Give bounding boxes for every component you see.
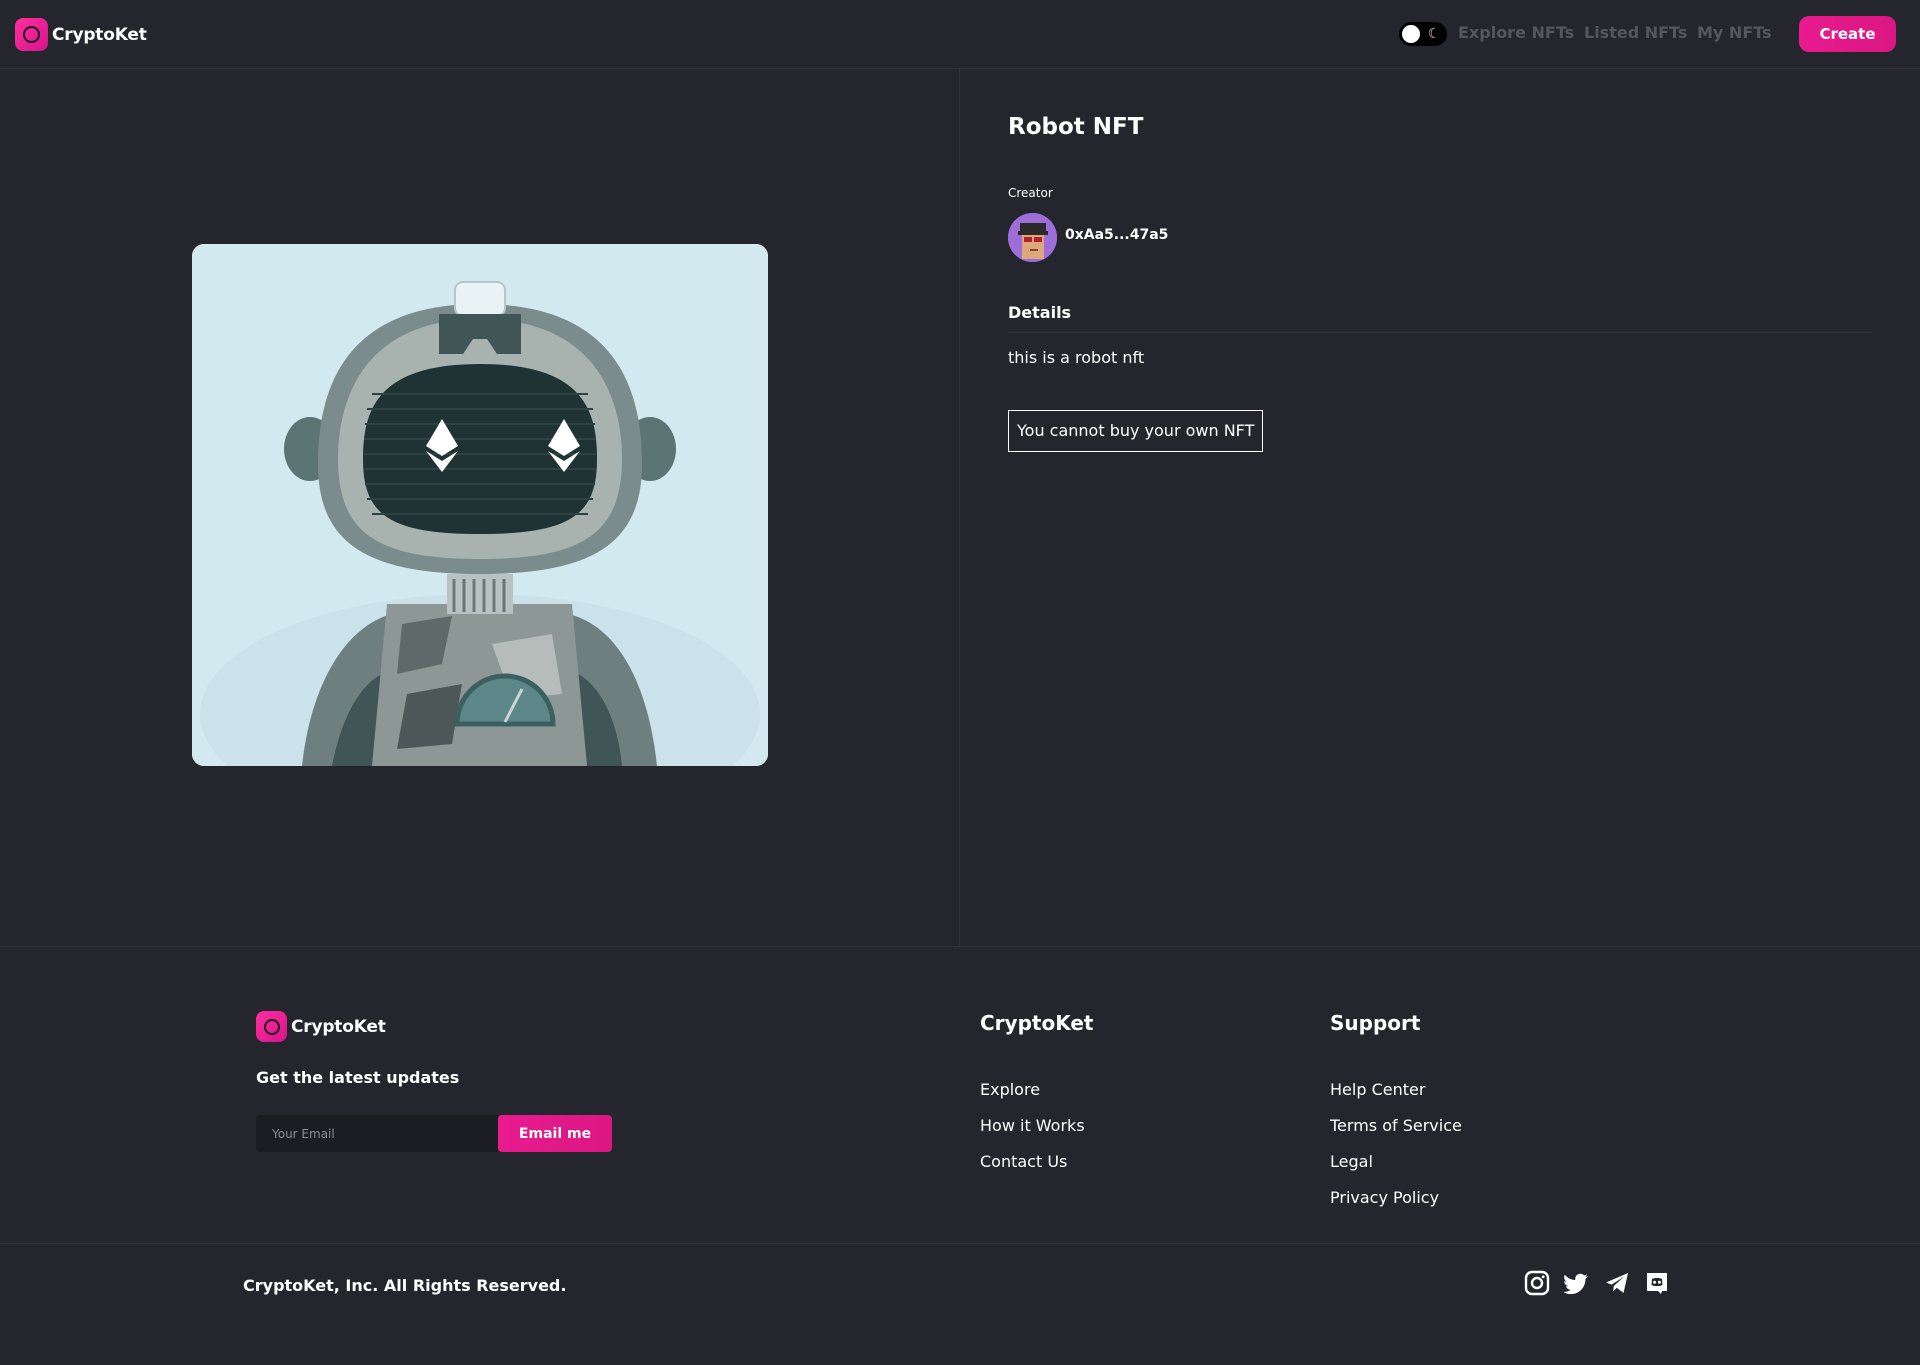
navbar: CryptoKet ☾ Explore NFTs Listed NFTs My … bbox=[0, 0, 1920, 69]
footer-link-privacy-policy[interactable]: Privacy Policy bbox=[1330, 1188, 1462, 1224]
footer-link-legal[interactable]: Legal bbox=[1330, 1152, 1462, 1188]
nft-description: this is a robot nft bbox=[1008, 348, 1145, 367]
twitter-icon[interactable] bbox=[1564, 1270, 1590, 1296]
creator-label: Creator bbox=[1008, 186, 1053, 200]
theme-toggle[interactable]: ☾ bbox=[1399, 22, 1447, 46]
nft-image bbox=[192, 244, 768, 766]
email-me-button[interactable]: Email me bbox=[498, 1115, 612, 1152]
telegram-icon[interactable] bbox=[1604, 1270, 1630, 1296]
creator-avatar bbox=[1008, 213, 1057, 262]
footer-brand-name: CryptoKet bbox=[291, 1016, 386, 1037]
toggle-knob bbox=[1402, 25, 1420, 43]
details-title: Details bbox=[1008, 303, 1072, 322]
newsletter-title: Get the latest updates bbox=[256, 1068, 460, 1087]
footer-column-title-cryptoket: CryptoKet bbox=[980, 1011, 1094, 1035]
logo-icon bbox=[15, 18, 48, 51]
brand-name: CryptoKet bbox=[52, 24, 147, 45]
footer-links-cryptoket: Explore How it Works Contact Us bbox=[980, 1080, 1085, 1188]
moon-icon: ☾ bbox=[1427, 26, 1441, 42]
nav-explore-nfts[interactable]: Explore NFTs bbox=[1458, 23, 1574, 42]
instagram-icon[interactable] bbox=[1524, 1270, 1550, 1296]
discord-icon[interactable] bbox=[1644, 1270, 1670, 1296]
nft-title: Robot NFT bbox=[1008, 114, 1144, 140]
footer-bottom-bar: CryptoKet, Inc. All Rights Reserved. bbox=[0, 1243, 1920, 1365]
footer: CryptoKet Get the latest updates Email m… bbox=[0, 946, 1920, 1243]
nav-listed-nfts[interactable]: Listed NFTs bbox=[1584, 23, 1687, 42]
nav-my-nfts[interactable]: My NFTs bbox=[1697, 23, 1772, 42]
nft-details-panel: Robot NFT Creator 0xAa5...47a5 Details t… bbox=[961, 69, 1920, 946]
nft-image-panel bbox=[0, 69, 960, 946]
create-button[interactable]: Create bbox=[1799, 16, 1896, 52]
creator-address[interactable]: 0xAa5...47a5 bbox=[1065, 227, 1168, 243]
footer-brand-logo[interactable]: CryptoKet bbox=[256, 1011, 386, 1042]
footer-link-how-it-works[interactable]: How it Works bbox=[980, 1116, 1085, 1152]
copyright-text: CryptoKet, Inc. All Rights Reserved. bbox=[243, 1276, 567, 1295]
footer-link-terms-of-service[interactable]: Terms of Service bbox=[1330, 1116, 1462, 1152]
email-input[interactable] bbox=[256, 1115, 498, 1152]
details-divider bbox=[1008, 332, 1872, 333]
footer-column-title-support: Support bbox=[1330, 1011, 1421, 1035]
logo-icon bbox=[256, 1011, 287, 1042]
brand-logo[interactable]: CryptoKet bbox=[15, 18, 147, 51]
footer-link-contact-us[interactable]: Contact Us bbox=[980, 1152, 1085, 1188]
footer-link-help-center[interactable]: Help Center bbox=[1330, 1080, 1462, 1116]
newsletter-form: Email me bbox=[256, 1115, 612, 1152]
footer-links-support: Help Center Terms of Service Legal Priva… bbox=[1330, 1080, 1462, 1224]
social-links bbox=[1524, 1270, 1670, 1296]
cannot-buy-notice: You cannot buy your own NFT bbox=[1008, 410, 1264, 452]
footer-link-explore[interactable]: Explore bbox=[980, 1080, 1085, 1116]
